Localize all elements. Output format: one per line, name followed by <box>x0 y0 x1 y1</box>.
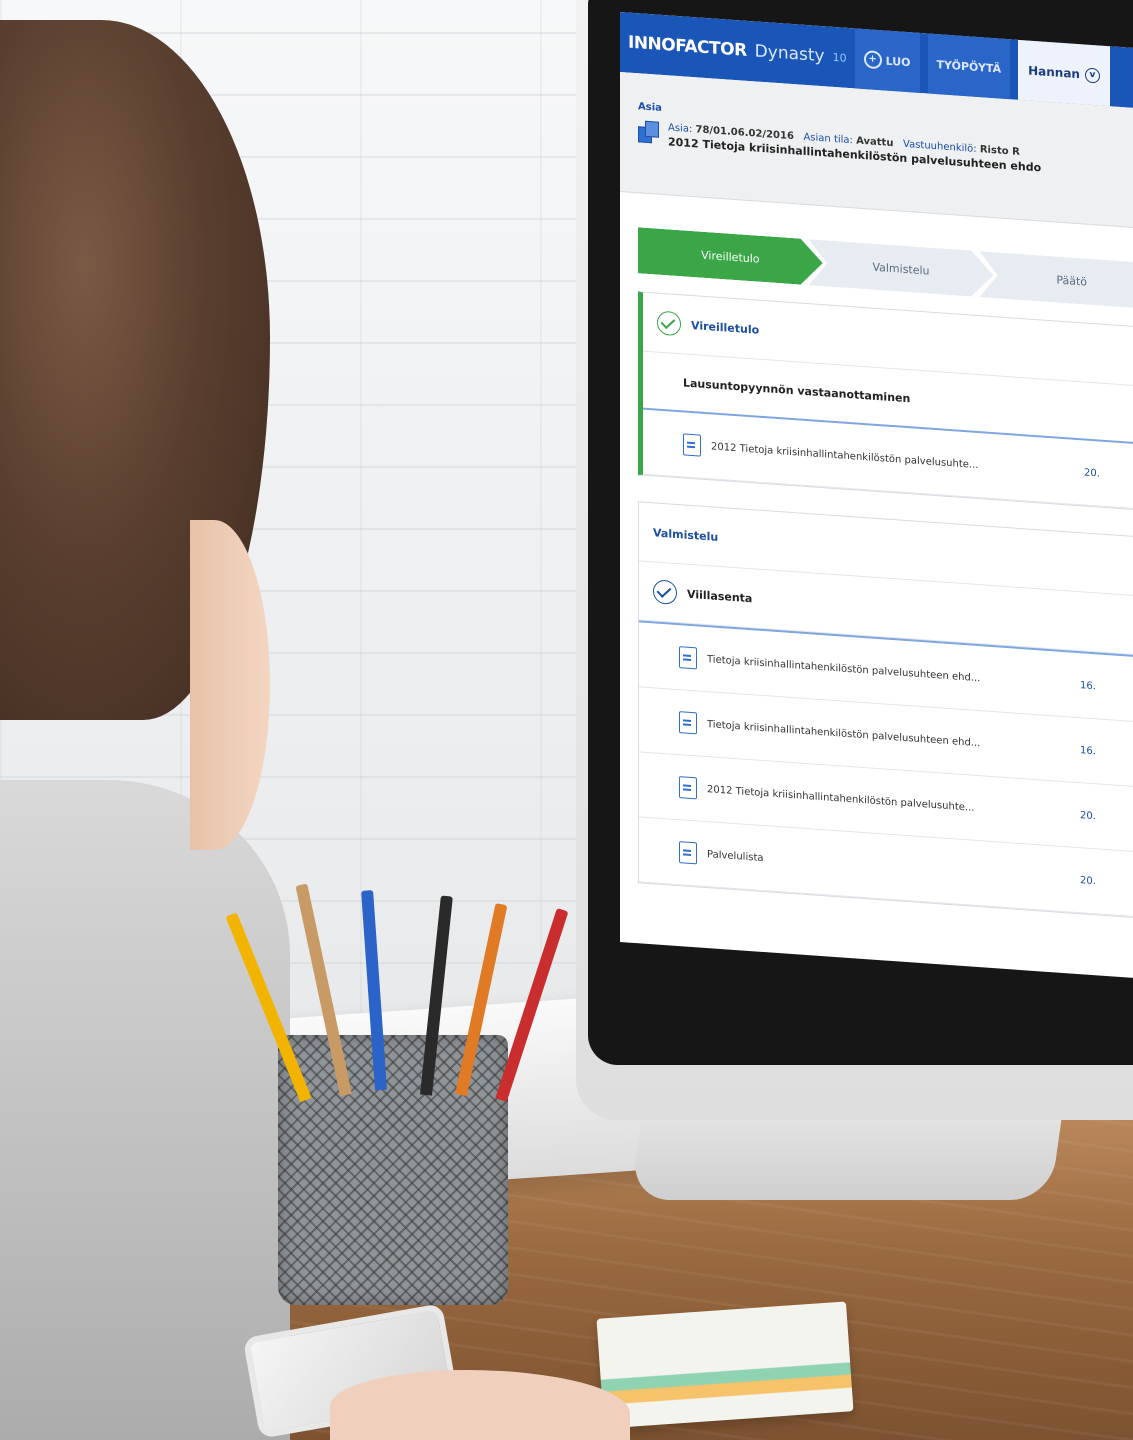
panel-title: Vireilletulo <box>691 318 760 337</box>
desktop-tab[interactable]: TYÖPÖYTÄ <box>927 33 1011 100</box>
document-icon <box>679 646 697 670</box>
case-id-label: Asia: <box>668 122 693 136</box>
case-folder-icon <box>638 120 660 144</box>
panel-subtitle: Viillasenta <box>687 587 753 605</box>
case-owner-value: Risto R <box>979 144 1020 158</box>
document-icon <box>679 776 697 800</box>
document-name[interactable]: Tietoja kriisinhallintahenkilöstön palve… <box>707 719 1062 755</box>
brand-version: 10 <box>832 50 847 65</box>
monitor-screen: INNOFACTOR Dynasty 10 + LUO TYÖPÖYTÄ Han… <box>620 12 1133 980</box>
chevron-down-icon: v <box>1084 67 1100 84</box>
document-date: 16. <box>1080 679 1096 692</box>
add-circle-icon: + <box>863 50 882 70</box>
face <box>190 520 270 850</box>
document-icon <box>679 711 697 735</box>
photo-scene: INNOFACTOR Dynasty 10 + LUO TYÖPÖYTÄ Han… <box>0 0 1133 1440</box>
panel-valmistelu: Valmistelu Viillasenta Tietoja kriisinha… <box>638 501 1133 920</box>
case-status-label: Asian tila: <box>803 131 853 147</box>
case-status-value: Avattu <box>856 135 894 150</box>
check-circle-icon <box>657 310 681 337</box>
step-vireilletulo[interactable]: Vireilletulo <box>638 227 823 286</box>
brand-logo: INNOFACTOR <box>628 32 747 61</box>
document-name[interactable]: 2012 Tietoja kriisinhallintahenkilöstön … <box>711 441 1066 477</box>
user-menu[interactable]: Hannan v <box>1018 39 1110 107</box>
create-button[interactable]: + LUO <box>854 28 920 93</box>
document-date: 16. <box>1080 744 1096 757</box>
document-name[interactable]: Palvelulista <box>707 849 1062 885</box>
document-icon <box>679 841 697 865</box>
step-valmistelu[interactable]: Valmistelu <box>809 239 994 298</box>
user-label: Hannan <box>1028 63 1080 82</box>
sticky-notes <box>596 1301 854 1429</box>
desktop-label: TYÖPÖYTÄ <box>936 57 1002 76</box>
document-name[interactable]: Tietoja kriisinhallintahenkilöstön palve… <box>707 654 1062 690</box>
check-circle-icon <box>653 579 677 605</box>
pencil-cup <box>278 1035 508 1305</box>
panel-vireilletulo: Vireilletulo Lausuntopyynnön vastaanotta… <box>638 291 1133 512</box>
create-label: LUO <box>885 54 911 69</box>
brand-product: Dynasty <box>754 41 825 67</box>
document-date: 20. <box>1080 809 1096 822</box>
document-date: 20. <box>1084 466 1100 480</box>
person <box>0 20 290 1440</box>
document-date: 20. <box>1080 874 1096 887</box>
document-icon <box>683 433 701 457</box>
step-paatos[interactable]: Päätö <box>979 251 1133 310</box>
document-name[interactable]: 2012 Tietoja kriisinhallintahenkilöstön … <box>707 784 1062 820</box>
